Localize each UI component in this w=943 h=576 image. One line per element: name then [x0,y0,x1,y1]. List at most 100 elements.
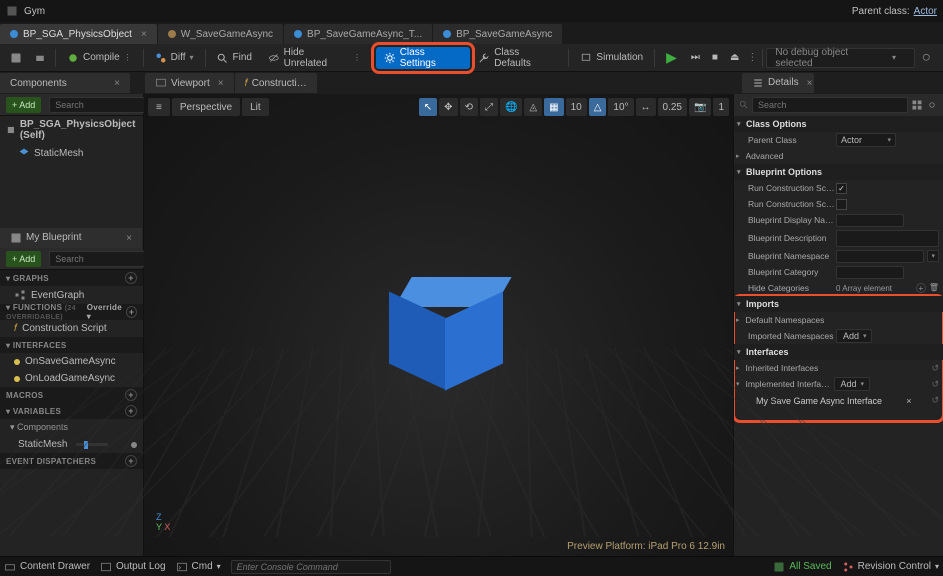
surface-snap-toggle[interactable]: ◬ [524,98,542,116]
namespace-dropdown[interactable]: ▾ [927,250,939,262]
details-search[interactable] [752,97,908,113]
run-in-checkbox[interactable] [836,199,847,210]
scale-snap-value[interactable]: 0.25 [658,98,687,116]
tab-save-async-t[interactable]: BP_SaveGameAsync_T... [284,24,432,44]
camera-speed-value[interactable]: 1 [713,98,729,116]
eject-button[interactable]: ⏏ [724,47,745,69]
play-button[interactable]: ▶ [658,47,685,69]
reset-icon[interactable]: ↺ [931,363,939,374]
tab-physics-object[interactable]: BP_SGA_PhysicsObject × [0,24,157,44]
class-defaults-label: Class Defaults [494,47,557,69]
compile-button[interactable]: Compile ⋮ [59,47,140,69]
component-self[interactable]: BP_SGA_PhysicsObject (Self) [0,116,143,144]
run-on-checkbox[interactable] [836,183,847,194]
hide-unrelated-button[interactable]: Hide Unrelated ⋮ [260,47,369,69]
simulation-button[interactable]: Simulation [572,47,651,69]
item-eventgraph[interactable]: EventGraph [0,286,143,304]
viewport-projection[interactable]: Perspective [172,98,240,116]
section-graphs[interactable]: ▾ GRAPHS + [0,270,143,286]
find-button[interactable]: Find [208,47,259,69]
rotate-tool[interactable]: ⟲ [460,98,478,116]
trash-icon[interactable]: 🗑 [929,283,939,293]
angle-snap-value[interactable]: 10° [608,98,633,116]
add-blueprint-button[interactable]: +Add [6,251,41,267]
translate-tool[interactable]: ✥ [439,98,457,116]
prop-advanced[interactable]: ▸ Advanced [734,148,943,164]
revision-control-button[interactable]: Revision Control ▾ [842,561,939,573]
tab-label: W_SaveGameAsync [181,29,273,40]
class-defaults-button[interactable]: Class Defaults [470,47,565,69]
content-drawer-button[interactable]: Content Drawer [4,561,90,573]
close-icon[interactable]: × [807,78,813,89]
browse-button[interactable] [28,47,52,69]
scale-snap-toggle[interactable]: ↔ [636,98,656,116]
components-tab[interactable]: Components × [0,73,130,93]
static-mesh-cube[interactable] [389,275,489,375]
saved-icon [773,561,785,573]
reset-icon[interactable]: ↺ [931,379,939,390]
add-component-button[interactable]: +Add [6,97,41,113]
tab-save-async[interactable]: BP_SaveGameAsync [433,24,562,44]
viewport-tab[interactable]: Viewport × [145,73,234,93]
grid-snap-value[interactable]: 10 [566,98,587,116]
all-saved-status[interactable]: All Saved [773,561,831,573]
viewport-menu-button[interactable]: ≡ [148,98,170,116]
section-functions[interactable]: ▾ FUNCTIONS (24 OVERRIDABLE) Override ▾ … [0,304,143,320]
viewport[interactable]: ≡ Perspective Lit ↖ ✥ ⟲ ⤢ 🌐 ◬ ▦ 10 △ 10°… [144,94,733,556]
gear-icon[interactable] [926,99,938,111]
close-icon[interactable]: × [114,78,120,89]
description-input[interactable] [836,230,939,247]
prop-default-namespaces[interactable]: ▸ Default Namespaces [734,312,943,328]
viewport-viewmode[interactable]: Lit [242,98,269,116]
reset-icon[interactable]: ↺ [931,395,939,406]
add-graph-button[interactable]: + [125,272,137,284]
output-log-button[interactable]: Output Log [100,561,165,573]
category-input[interactable] [836,266,904,279]
save-button[interactable] [4,47,28,69]
cat-blueprint-options[interactable]: Blueprint Options [734,164,943,180]
search-icon [739,100,749,110]
console-input[interactable] [231,560,391,574]
stop-button[interactable]: ■ [706,47,724,69]
axis-gizmo: Z Y X [156,512,170,532]
tab-save-widget[interactable]: W_SaveGameAsync [158,24,283,44]
cat-interfaces[interactable]: Interfaces [734,344,943,360]
close-icon[interactable]: × [126,233,132,244]
item-construction-script[interactable]: 𝑓 Construction Script [0,320,143,337]
construction-tab[interactable]: 𝑓 Constructi… [235,73,317,93]
parent-class-link[interactable]: Actor [914,6,937,17]
section-interfaces[interactable]: ▾ INTERFACES [0,337,143,353]
add-function-button[interactable]: + [126,306,137,318]
cat-class-options[interactable]: Class Options [734,116,943,132]
angle-snap-toggle[interactable]: △ [589,98,607,116]
skip-button[interactable]: ⏭ [685,47,706,69]
camera-speed-toggle[interactable]: 📷 [689,98,711,116]
grid-snap-toggle[interactable]: ▦ [544,98,563,116]
cmd-type-button[interactable]: Cmd ▾ [176,561,221,573]
add-namespace-button[interactable]: Add▾ [836,329,872,343]
compile-label: Compile [83,52,120,63]
component-staticmesh[interactable]: StaticMesh [0,144,143,162]
bottom-bar: Content Drawer Output Log Cmd ▾ All Save… [0,556,943,576]
close-icon[interactable]: × [141,29,147,40]
remove-interface-button[interactable]: × [906,396,911,406]
debug-object-selector[interactable]: No debug object selected ▾ [766,48,915,68]
debug-find-button[interactable] [915,47,939,69]
grid-icon[interactable] [911,99,923,111]
parent-class-combo[interactable]: Actor▾ [836,133,896,147]
class-settings-button[interactable]: Class Settings [376,47,470,69]
diff-button[interactable]: Diff ▾ [147,47,202,69]
display-name-input[interactable] [836,214,904,227]
add-interface-button[interactable]: Add▾ [834,377,870,391]
close-icon[interactable]: × [218,78,224,89]
select-tool[interactable]: ↖ [419,98,437,116]
viewport-toolbar-right: ↖ ✥ ⟲ ⤢ 🌐 ◬ ▦ 10 △ 10° ↔ 0.25 📷 1 [419,98,729,116]
myblueprint-tab[interactable]: My Blueprint × [0,228,142,248]
cat-imports[interactable]: Imports [734,296,943,312]
override-dropdown[interactable]: Override ▾ [87,303,124,321]
details-tab[interactable]: Details × [742,73,814,93]
add-category-button[interactable]: + [916,283,926,293]
scale-tool[interactable]: ⤢ [480,98,498,116]
coord-space-toggle[interactable]: 🌐 [500,98,522,116]
namespace-input[interactable] [836,250,924,263]
